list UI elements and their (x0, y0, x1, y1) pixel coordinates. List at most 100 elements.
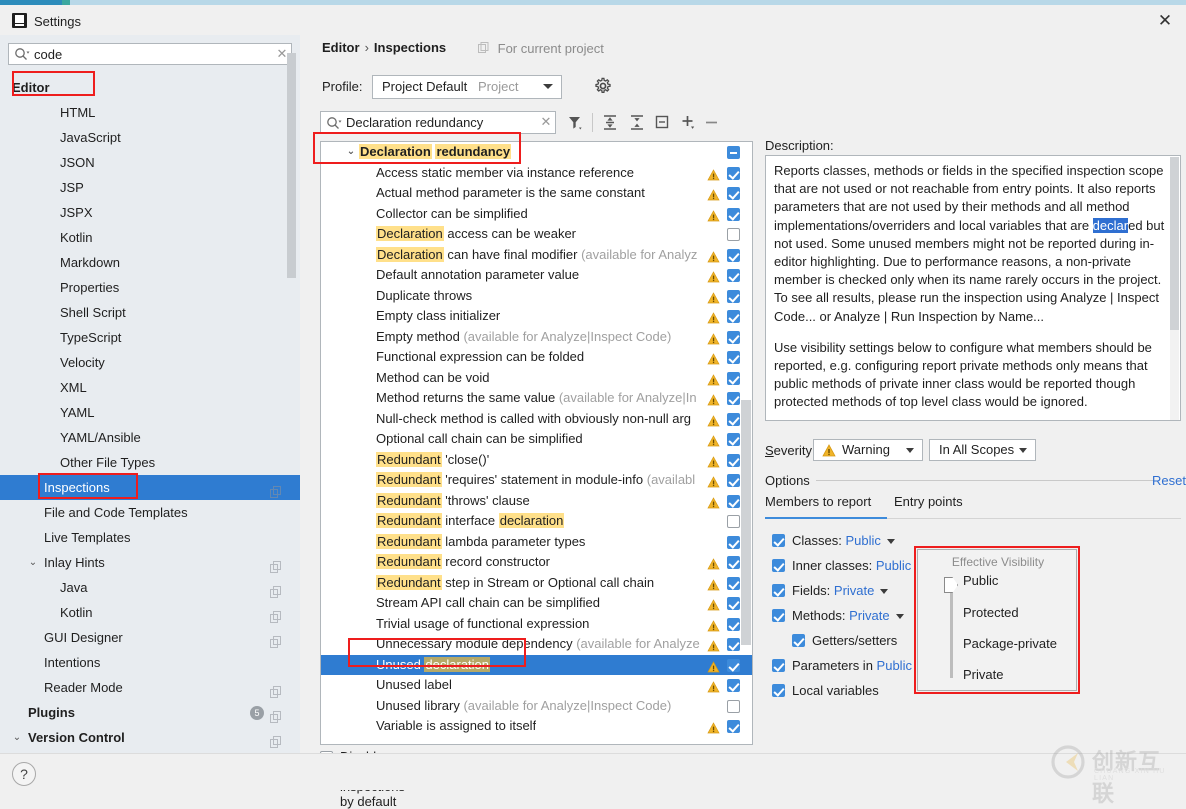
inspection-row[interactable]: Variable is assigned to itself (321, 716, 752, 737)
option-checkbox[interactable] (772, 584, 785, 597)
option-checkbox[interactable] (772, 534, 785, 547)
sidebar-item-velocity[interactable]: Velocity (0, 350, 300, 375)
collapse-icon[interactable] (650, 111, 674, 134)
inspection-enabled-checkbox[interactable] (727, 720, 740, 733)
copy-settings-icon[interactable] (270, 556, 282, 568)
sidebar-item-version-control[interactable]: ⌄Version Control (0, 725, 300, 750)
inspections-list[interactable]: ⌄Declaration redundancyAccess static mem… (320, 141, 753, 745)
inspection-enabled-checkbox[interactable] (727, 208, 740, 221)
sidebar-item-file-and-code-templates[interactable]: File and Code Templates (0, 500, 300, 525)
chevron-down-icon[interactable]: ⌄ (26, 550, 40, 575)
inspections-list-scrollbar-thumb[interactable] (741, 400, 751, 645)
close-icon[interactable]: ✕ (1154, 11, 1176, 31)
sidebar-item-markdown[interactable]: Markdown (0, 250, 300, 275)
inspection-row[interactable]: Redundant record constructor (321, 552, 752, 573)
chevron-down-icon[interactable]: ⌄ (10, 725, 24, 750)
inspection-enabled-checkbox[interactable] (727, 331, 740, 344)
inspection-search-input[interactable] (344, 115, 537, 130)
inspection-row[interactable]: Redundant lambda parameter types (321, 532, 752, 553)
inspection-row[interactable]: Redundant step in Stream or Optional cal… (321, 573, 752, 594)
inspection-row[interactable]: Declaration can have final modifier (ava… (321, 245, 752, 266)
inspection-enabled-checkbox[interactable] (727, 146, 740, 159)
copy-settings-icon[interactable] (270, 581, 282, 593)
inspection-search-box[interactable]: ✕ (320, 111, 556, 134)
inspection-row[interactable]: Unnecessary module dependency (available… (321, 634, 752, 655)
sidebar-item-jspx[interactable]: JSPX (0, 200, 300, 225)
sidebar-search-box[interactable]: ✕ (8, 43, 292, 65)
chevron-down-icon[interactable] (887, 539, 895, 544)
inspection-enabled-checkbox[interactable] (727, 454, 740, 467)
chevron-down-icon[interactable] (880, 589, 888, 594)
inspection-enabled-checkbox[interactable] (727, 187, 740, 200)
chevron-down-icon[interactable]: ⌄ (345, 142, 357, 163)
inspection-enabled-checkbox[interactable] (727, 167, 740, 180)
visibility-slider-knob[interactable] (944, 577, 958, 593)
inspection-row[interactable]: Optional call chain can be simplified (321, 429, 752, 450)
sidebar-item-properties[interactable]: Properties (0, 275, 300, 300)
visibility-option-protected[interactable]: Protected (963, 605, 1019, 620)
inspection-enabled-checkbox[interactable] (727, 597, 740, 610)
inspection-enabled-checkbox[interactable] (727, 577, 740, 590)
copy-settings-icon[interactable] (270, 631, 282, 643)
inspection-row[interactable]: Empty method (available for Analyze|Insp… (321, 327, 752, 348)
inspection-enabled-checkbox[interactable] (727, 474, 740, 487)
inspection-row[interactable]: Unused label (321, 675, 752, 696)
remove-icon[interactable] (700, 111, 724, 134)
visibility-option-public[interactable]: Public (963, 573, 998, 588)
inspection-enabled-checkbox[interactable] (727, 392, 740, 405)
inspection-row[interactable]: Actual method parameter is the same cons… (321, 183, 752, 204)
collapse-all-icon[interactable] (625, 111, 649, 134)
sidebar-item-json[interactable]: JSON (0, 150, 300, 175)
inspection-row[interactable]: Stream API call chain can be simplified (321, 593, 752, 614)
profile-dropdown[interactable]: Project Default Project (372, 75, 562, 99)
help-button[interactable]: ? (12, 762, 36, 786)
inspection-enabled-checkbox[interactable] (727, 290, 740, 303)
inspection-row[interactable]: Declaration access can be weaker (321, 224, 752, 245)
copy-settings-icon[interactable] (270, 731, 282, 743)
severity-dropdown[interactable]: Warning (813, 439, 923, 461)
sidebar-item-kotlin[interactable]: Kotlin (0, 225, 300, 250)
copy-settings-icon[interactable] (270, 481, 282, 493)
inspection-row[interactable]: Duplicate throws (321, 286, 752, 307)
option-checkbox[interactable] (772, 609, 785, 622)
option-checkbox[interactable] (772, 659, 785, 672)
tab-members-to-report[interactable]: Members to report (765, 494, 871, 509)
inspection-enabled-checkbox[interactable] (727, 618, 740, 631)
inspection-row[interactable]: Unused library (available for Analyze|In… (321, 696, 752, 717)
filter-icon[interactable] (564, 111, 588, 134)
option-checkbox[interactable] (772, 559, 785, 572)
inspection-row[interactable]: Redundant 'close()' (321, 450, 752, 471)
inspection-group-row[interactable]: ⌄Declaration redundancy (321, 142, 752, 163)
sidebar-item-yaml-ansible[interactable]: YAML/Ansible (0, 425, 300, 450)
sidebar-item-reader-mode[interactable]: Reader Mode (0, 675, 300, 700)
breadcrumb-root[interactable]: Editor (322, 40, 360, 55)
effective-visibility-popup[interactable]: Effective Visibility Public Protected Pa… (917, 549, 1077, 691)
inspection-enabled-checkbox[interactable] (727, 310, 740, 323)
sidebar-item-kotlin[interactable]: Kotlin (0, 600, 300, 625)
inspection-enabled-checkbox[interactable] (727, 515, 740, 528)
description-scrollbar-thumb[interactable] (1170, 157, 1179, 330)
inspection-row[interactable]: Functional expression can be folded (321, 347, 752, 368)
inspection-row[interactable]: Collector can be simplified (321, 204, 752, 225)
inspection-enabled-checkbox[interactable] (727, 249, 740, 262)
inspection-enabled-checkbox[interactable] (727, 433, 740, 446)
expand-all-icon[interactable] (598, 111, 622, 134)
tab-entry-points[interactable]: Entry points (894, 494, 963, 509)
copy-settings-icon[interactable] (270, 681, 282, 693)
sidebar-item-inspections[interactable]: Inspections (0, 475, 300, 500)
inspection-row[interactable]: Empty class initializer (321, 306, 752, 327)
inspection-enabled-checkbox[interactable] (727, 269, 740, 282)
sidebar-item-inlay-hints[interactable]: ⌄Inlay Hints (0, 550, 300, 575)
copy-settings-icon[interactable] (270, 706, 282, 718)
visibility-slider-track[interactable] (950, 584, 953, 678)
copy-settings-icon[interactable] (270, 606, 282, 618)
sidebar-item-xml[interactable]: XML (0, 375, 300, 400)
sidebar-item-plugins[interactable]: Plugins5 (0, 700, 300, 725)
reset-link[interactable]: Reset (1152, 473, 1186, 488)
add-icon[interactable] (676, 111, 700, 134)
inspection-row[interactable]: Access static member via instance refere… (321, 163, 752, 184)
inspection-row[interactable]: Default annotation parameter value (321, 265, 752, 286)
inspection-enabled-checkbox[interactable] (727, 228, 740, 241)
gear-icon[interactable] (594, 77, 614, 97)
scope-dropdown[interactable]: In All Scopes (929, 439, 1036, 461)
